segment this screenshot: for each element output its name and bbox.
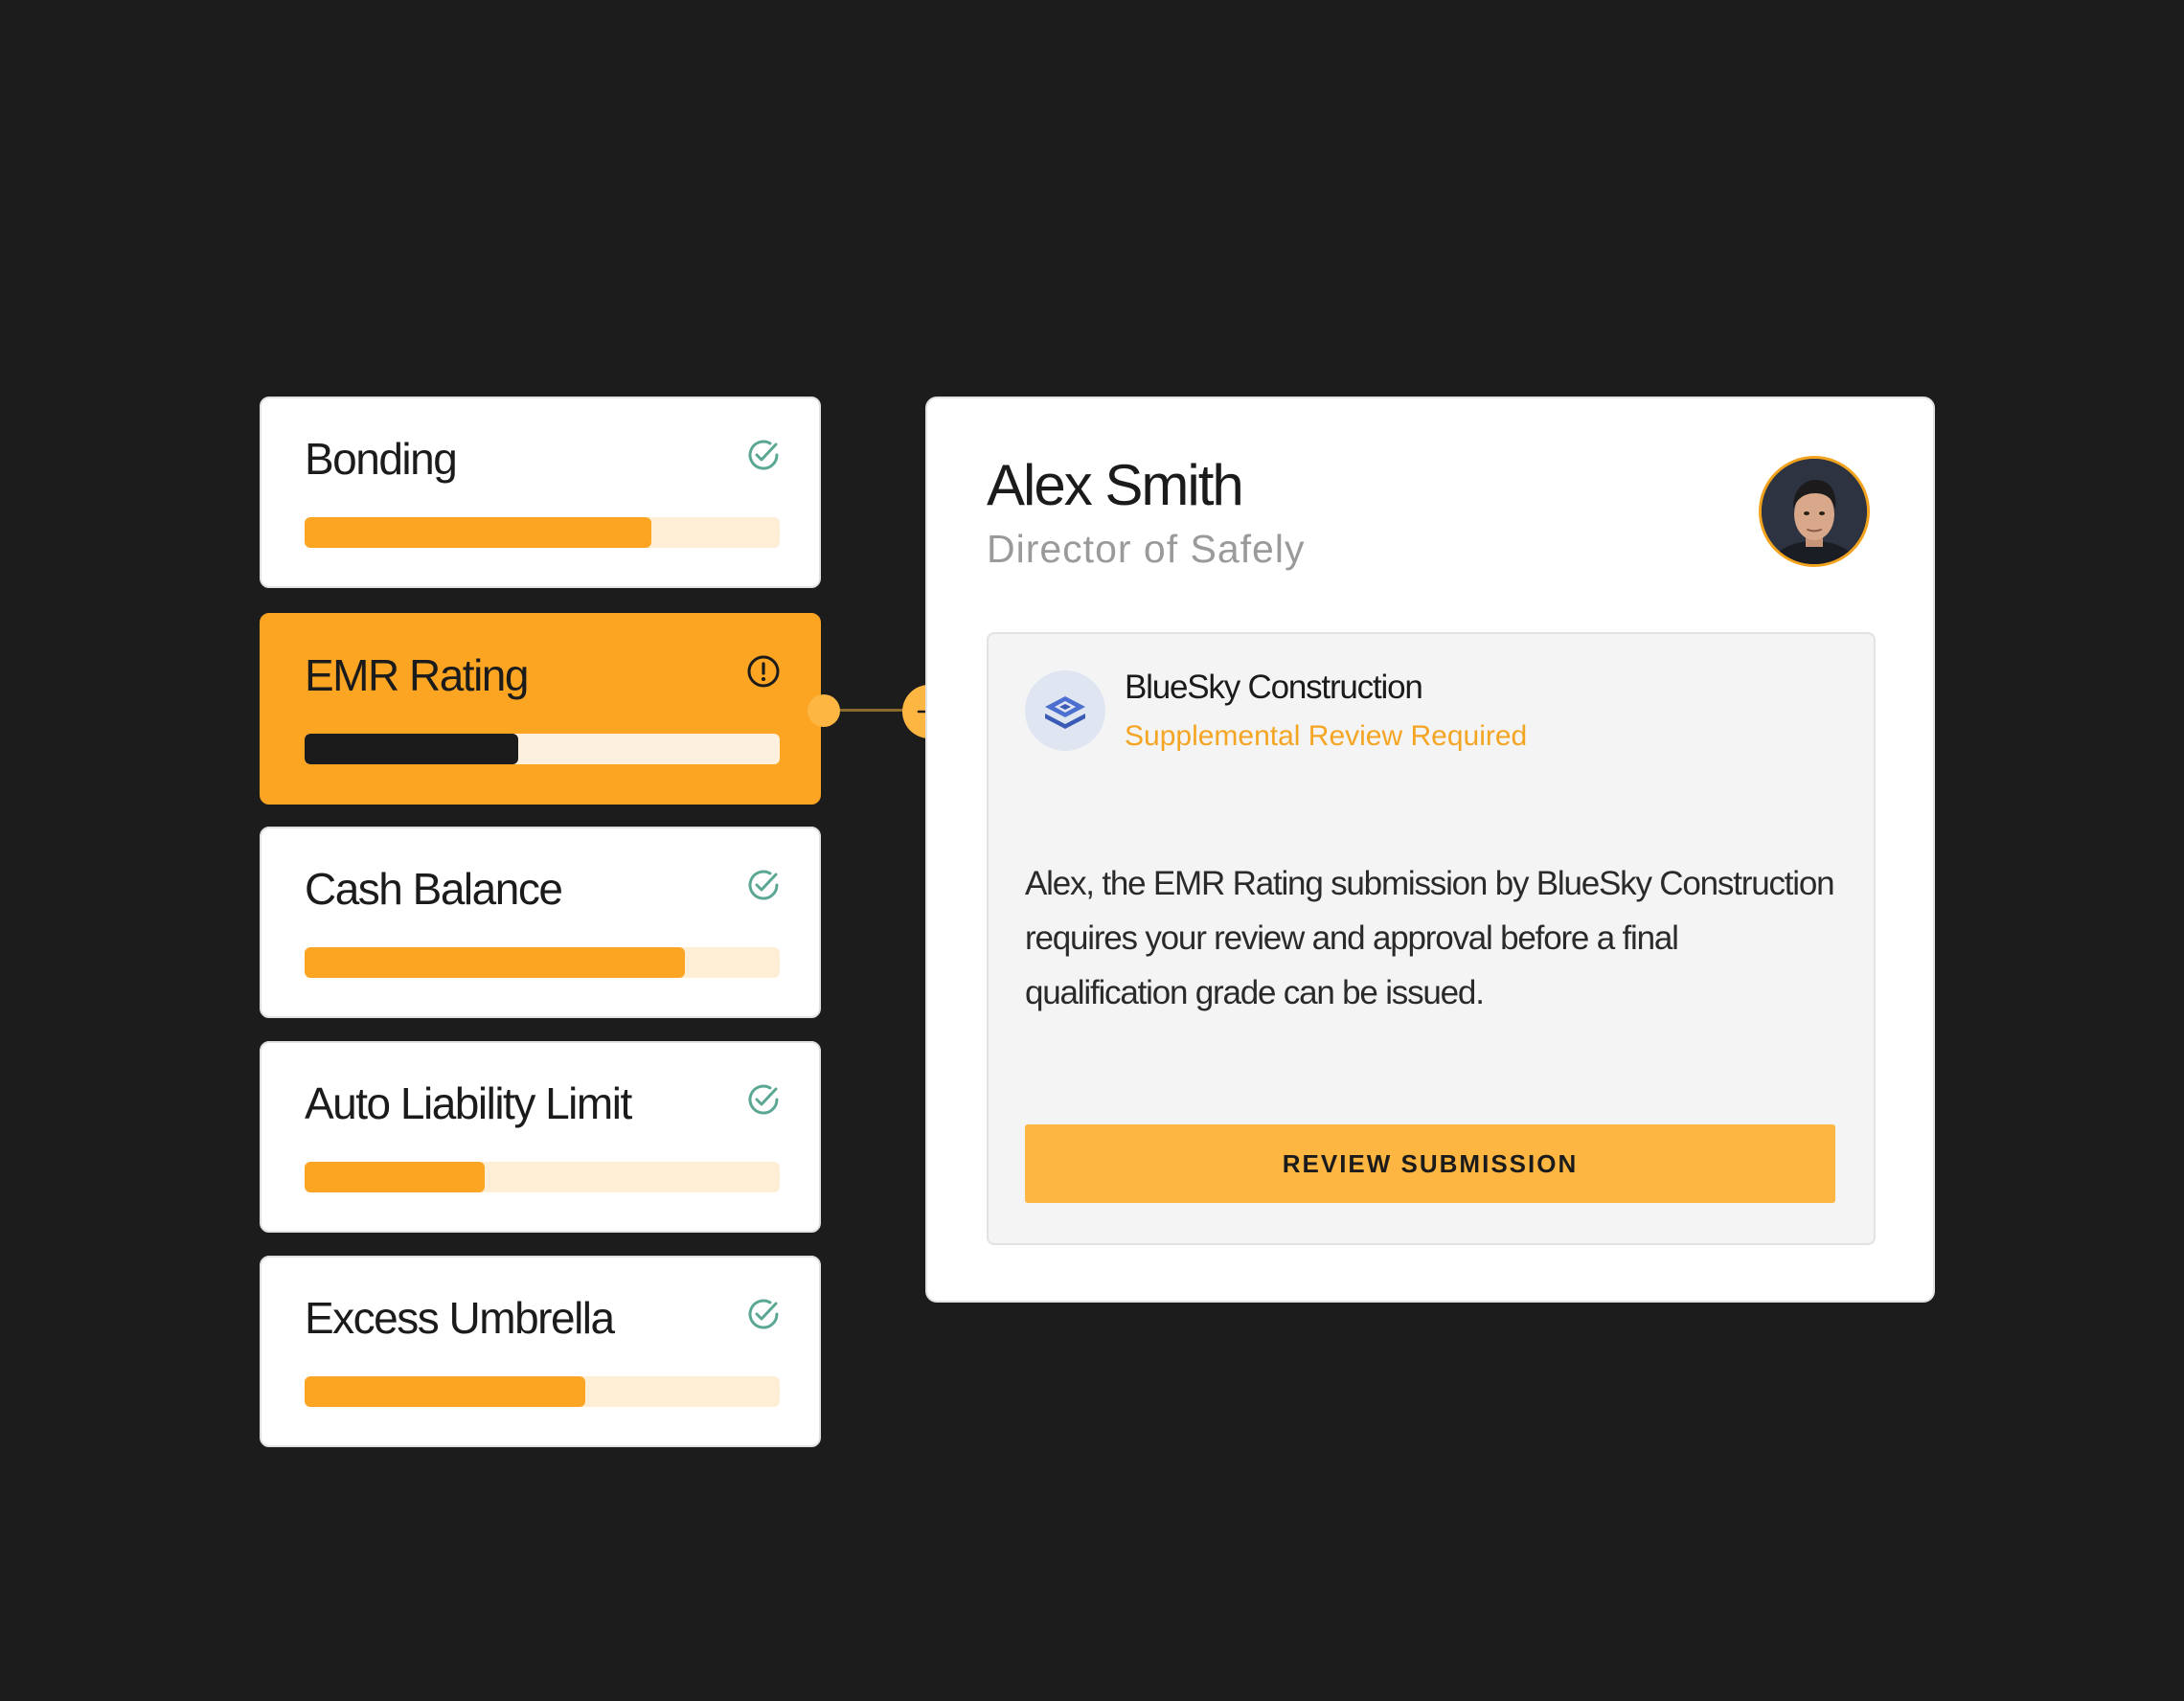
progress-fill [305,1162,486,1192]
checklist-item-label: Cash Balance [305,864,563,914]
checklist-item-bonding[interactable]: Bonding [260,397,821,588]
alert-circle-icon [747,655,780,688]
notification-message: Alex, the EMR Rating submission by BlueS… [1025,865,1835,1011]
profile-role: Director of Safely [987,527,1306,571]
connector-dot [808,694,840,727]
user-avatar[interactable] [1759,456,1870,567]
company-name: BlueSky Construction [1125,669,1423,706]
checklist-item-label: EMR Rating [305,650,529,700]
checklist-item-auto-liability-limit[interactable]: Auto Liability Limit [260,1041,821,1233]
checklist-item-cash-balance[interactable]: Cash Balance [260,827,821,1018]
progress-track [305,1162,780,1192]
notification-card: BlueSky Construction Supplemental Review… [987,632,1876,1245]
check-circle-icon [748,440,779,470]
checklist-item-label: Excess Umbrella [305,1293,615,1343]
avatar-portrait [1762,459,1867,564]
progress-track [305,517,780,548]
progress-track [305,1376,780,1407]
review-status: Supplemental Review Required [1125,720,1528,752]
review-panel: Alex Smith Director of Safely BlueSky Co… [925,397,1935,1303]
check-circle-icon [748,1084,779,1115]
checklist-item-excess-umbrella[interactable]: Excess Umbrella [260,1256,821,1447]
check-circle-icon [748,1299,779,1329]
progress-fill [305,517,652,548]
checklist-item-emr-rating[interactable]: EMR Rating [260,613,821,805]
progress-fill [305,734,519,764]
profile-name: Alex Smith [987,453,1244,517]
checklist-item-label: Auto Liability Limit [305,1078,632,1128]
company-logo-icon [1025,670,1105,751]
progress-track [305,947,780,978]
progress-fill [305,1376,585,1407]
progress-fill [305,947,685,978]
progress-track [305,734,780,764]
review-submission-button[interactable]: REVIEW SUBMISSION [1025,1124,1835,1203]
checklist-item-label: Bonding [305,434,458,484]
check-circle-icon [748,870,779,900]
